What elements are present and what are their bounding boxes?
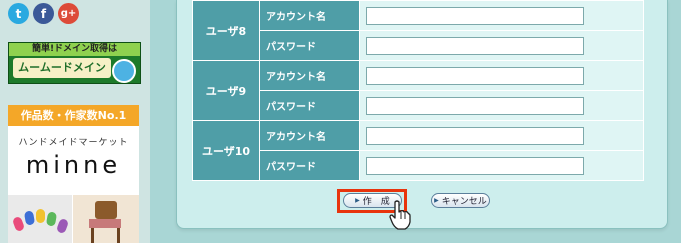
nail-art-photo — [8, 195, 72, 243]
cancel-button-label: キャンセル — [441, 197, 487, 207]
cancel-button[interactable]: ▶ キャンセル — [431, 193, 490, 208]
table-row: パスワード — [193, 30, 644, 61]
table-row: パスワード — [193, 90, 644, 121]
user10-account-input[interactable] — [366, 126, 584, 145]
table-row: パスワード — [193, 150, 644, 181]
googleplus-icon[interactable]: g+ — [58, 3, 79, 24]
chair-photo — [73, 195, 139, 243]
table-row: ユーザ9 アカウント名 — [192, 60, 644, 121]
muumuu-mascot-icon — [112, 59, 136, 83]
user-label: ユーザ10 — [192, 120, 260, 181]
input-cell — [359, 90, 644, 121]
twitter-icon[interactable]: t — [8, 3, 29, 24]
minne-banner-subtitle: ハンドメイドマーケット — [18, 138, 129, 148]
table-row: ユーザ8 アカウント名 — [192, 0, 644, 61]
minne-banner-headline: 作品数・作家数No.1 — [8, 105, 139, 126]
create-button-label: 作 成 — [362, 197, 390, 207]
input-cell — [359, 0, 644, 31]
input-cell — [359, 120, 644, 151]
hand-pointer-icon — [389, 200, 411, 230]
muumuu-banner-brand: ムームードメイン — [13, 58, 111, 78]
input-cell — [359, 60, 644, 91]
table-row: ユーザ10 アカウント名 — [192, 120, 644, 181]
minne-logo: minne — [25, 151, 122, 179]
account-name-label: アカウント名 — [259, 0, 360, 31]
password-label: パスワード — [259, 150, 360, 181]
user-label: ユーザ9 — [192, 60, 260, 121]
user9-password-input[interactable] — [366, 96, 584, 115]
user10-password-input[interactable] — [366, 156, 584, 175]
facebook-icon[interactable]: f — [33, 3, 54, 24]
user8-account-input[interactable] — [366, 6, 584, 25]
play-triangle-icon: ▶ — [355, 197, 360, 204]
left-sidebar: t f g+ 簡単!ドメイン取得は ムームードメイン 作品数・作家数No.1 ハ… — [0, 0, 150, 243]
social-buttons: t f g+ — [8, 3, 79, 24]
play-triangle-icon: ▶ — [434, 197, 439, 204]
minne-banner[interactable]: 作品数・作家数No.1 ハンドメイドマーケット minne — [8, 105, 139, 243]
password-label: パスワード — [259, 90, 360, 121]
password-label: パスワード — [259, 30, 360, 61]
user8-password-input[interactable] — [366, 36, 584, 55]
user9-account-input[interactable] — [366, 66, 584, 85]
muumuu-domain-banner[interactable]: 簡単!ドメイン取得は ムームードメイン — [8, 42, 141, 84]
account-name-label: アカウント名 — [259, 120, 360, 151]
user-accounts-table: ユーザ8 アカウント名 パスワード ユーザ9 アカウント名 パスワード ユーザ1… — [192, 0, 644, 181]
input-cell — [359, 150, 644, 181]
input-cell — [359, 30, 644, 61]
account-name-label: アカウント名 — [259, 60, 360, 91]
user-label: ユーザ8 — [192, 0, 260, 61]
muumuu-banner-top-text: 簡単!ドメイン取得は — [9, 43, 140, 56]
